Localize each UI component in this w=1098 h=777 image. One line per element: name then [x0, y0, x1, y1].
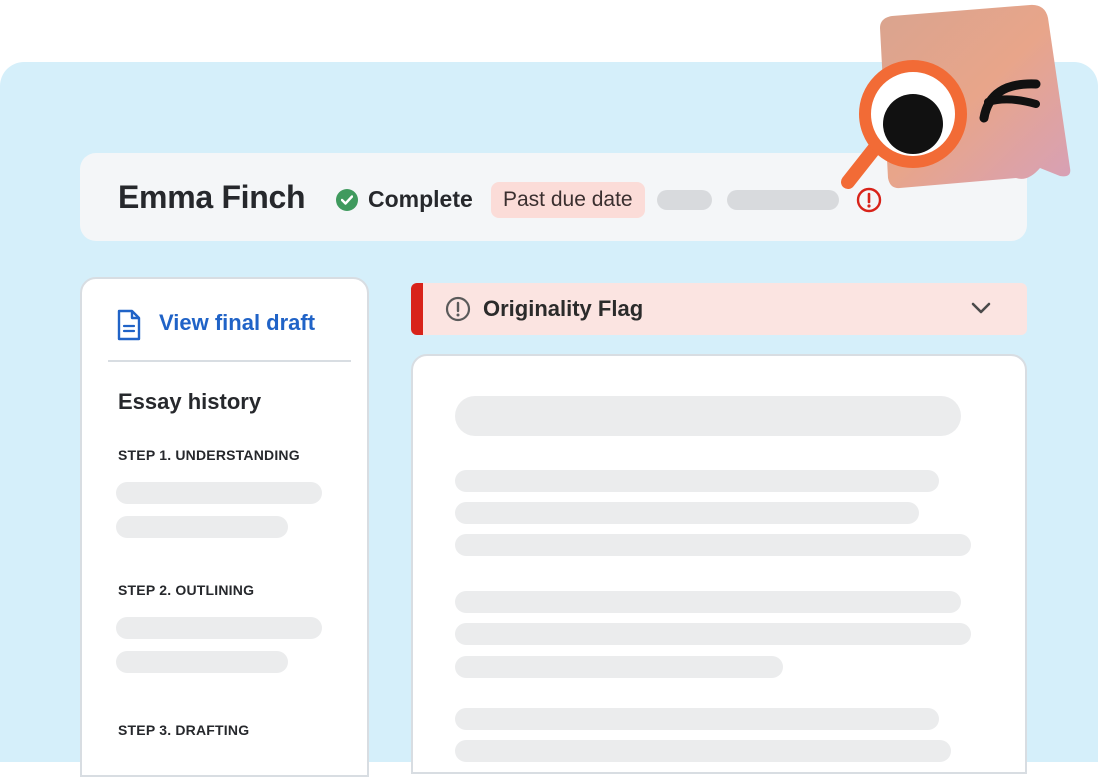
skeleton-heading — [455, 396, 961, 436]
skeleton-line — [455, 656, 783, 678]
status-label: Complete — [368, 186, 473, 212]
divider — [108, 360, 351, 362]
skeleton-line — [455, 623, 971, 645]
flag-stripe — [411, 283, 423, 335]
skeleton-line — [455, 591, 961, 613]
exclamation-circle-icon — [445, 296, 471, 322]
skeleton-line — [116, 617, 322, 639]
essay-history-title: Essay history — [118, 389, 262, 414]
essay-sidebar: View final draft Essay history STEP 1. U… — [80, 277, 369, 777]
originality-flag-title: Originality Flag — [483, 296, 644, 321]
placeholder-pill — [657, 190, 712, 210]
skeleton-line — [455, 502, 919, 524]
step-3-label[interactable]: STEP 3. DRAFTING — [118, 722, 249, 738]
essay-content-card — [411, 354, 1027, 774]
originality-flag-bar[interactable]: Originality Flag — [411, 283, 1027, 335]
skeleton-line — [116, 651, 288, 673]
skeleton-line — [116, 516, 288, 538]
step-2-label[interactable]: STEP 2. OUTLINING — [118, 582, 254, 598]
view-final-draft-link[interactable]: View final draft — [159, 310, 315, 336]
skeleton-line — [455, 740, 951, 762]
mascot-magnifier-illustration — [841, 4, 1071, 189]
skeleton-line — [455, 470, 939, 492]
past-due-badge: Past due date — [491, 182, 645, 218]
student-name: Emma Finch — [118, 179, 306, 215]
check-circle-icon — [336, 189, 358, 211]
skeleton-line — [455, 708, 939, 730]
chevron-down-icon[interactable] — [971, 301, 991, 315]
skeleton-line — [455, 534, 971, 556]
document-icon[interactable] — [116, 309, 142, 341]
placeholder-pill — [727, 190, 839, 210]
skeleton-line — [116, 482, 322, 504]
step-1-label[interactable]: STEP 1. UNDERSTANDING — [118, 447, 300, 463]
